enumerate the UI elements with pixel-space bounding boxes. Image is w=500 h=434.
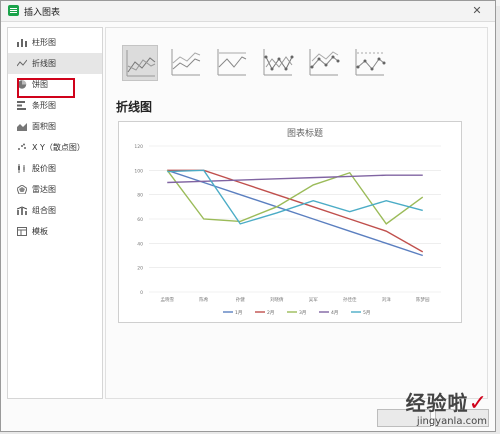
insert-chart-dialog: 插入图表 ✕ 柱形图 折线图 饼图 条形图 面积图 X Y（散点图） 股价图 雷…: [0, 0, 496, 432]
chart-type-list: 柱形图 折线图 饼图 条形图 面积图 X Y（散点图） 股价图 雷达图 组合图 …: [7, 27, 103, 399]
watermark-text: 经验啦: [405, 391, 469, 415]
nav-item-label: 面积图: [32, 122, 56, 131]
title-bar: 插入图表 ✕: [1, 1, 495, 22]
nav-item-bar[interactable]: 柱形图: [8, 32, 102, 53]
nav-item-label: 条形图: [32, 101, 56, 110]
y-tick-label: 20: [137, 266, 143, 272]
legend-label: 3月: [299, 310, 306, 316]
y-tick-label: 0: [140, 290, 143, 296]
x-tick-label: 刘晓倩: [270, 296, 284, 303]
nav-item-stock[interactable]: 股价图: [8, 158, 102, 179]
chart-title: 图表标题: [287, 127, 323, 139]
nav-item-area[interactable]: 面积图: [8, 116, 102, 137]
x-tick-label: 刘洋: [382, 296, 391, 303]
x-tick-label: 吴军: [309, 297, 318, 303]
close-button[interactable]: ✕: [467, 3, 487, 19]
stacked-line-markers-icon: [309, 49, 340, 76]
subtype-line-markers[interactable]: [260, 45, 296, 81]
y-tick-label: 120: [134, 144, 143, 150]
y-tick-label: 80: [137, 193, 143, 199]
line-icon: [126, 50, 156, 77]
percent-line-icon: [217, 49, 247, 76]
stock-chart-icon: [18, 164, 25, 173]
x-tick-label: 孟晓雪: [161, 296, 175, 303]
dialog-title: 插入图表: [24, 8, 61, 18]
legend-label: 2月: [267, 310, 274, 316]
hbar-chart-icon: [17, 101, 26, 110]
y-tick-label: 100: [134, 168, 143, 174]
legend-label: 1月: [235, 310, 242, 316]
nav-item-label: 股价图: [32, 164, 56, 173]
line-chart: 图表标题 0 20 40 60 80 100 120 孟晓雪 陈希 孙健 刘晓倩 吴军 孙佳佳 刘洋 陈梦园 1…: [134, 127, 441, 316]
watermark: 经验啦✓ jingyanla.com: [406, 387, 487, 427]
nav-item-line[interactable]: 折线图: [8, 53, 102, 74]
nav-item-label: 雷达图: [32, 185, 56, 194]
x-tick-label: 陈希: [199, 296, 208, 303]
template-icon: [17, 227, 27, 236]
series-line: [167, 169, 423, 257]
watermark-url: jingyanla.com: [416, 416, 487, 427]
nav-item-hbar[interactable]: 条形图: [8, 95, 102, 116]
checkmark-icon: ✓: [468, 391, 487, 416]
subtype-percent-line-markers[interactable]: [352, 45, 388, 81]
nav-item-label: 组合图: [32, 206, 56, 215]
nav-item-label: 折线图: [32, 59, 56, 68]
x-tick-label: 孙健: [236, 296, 245, 303]
percent-line-markers-icon: [355, 49, 386, 76]
nav-item-scatter[interactable]: X Y（散点图）: [8, 137, 102, 158]
series-line: [167, 174, 423, 184]
nav-item-template[interactable]: 模板: [8, 221, 102, 242]
legend-label: 5月: [363, 310, 370, 316]
nav-item-label: 柱形图: [32, 38, 56, 47]
line-markers-icon: [263, 49, 294, 76]
stacked-line-icon: [171, 49, 201, 76]
subtype-line[interactable]: [122, 45, 158, 81]
app-icon: [8, 5, 19, 16]
x-tick-label: 陈梦园: [416, 296, 430, 303]
chart-preview[interactable]: 图表标题 0 20 40 60 80 100 120 孟晓雪 陈希 孙健 刘晓倩 吴军 孙佳佳 刘洋 陈梦园 1…: [118, 121, 462, 323]
subtype-percent-line[interactable]: [214, 45, 250, 81]
subtype-stacked-line[interactable]: [168, 45, 204, 81]
y-tick-label: 40: [137, 241, 143, 247]
selection-highlight-box: [17, 78, 75, 98]
area-chart-icon: [17, 123, 27, 131]
nav-item-label: 模板: [32, 227, 48, 236]
y-tick-label: 60: [137, 217, 143, 223]
radar-chart-icon: [17, 185, 27, 194]
close-icon: ✕: [472, 4, 482, 17]
subtype-stacked-line-markers[interactable]: [306, 45, 342, 81]
scatter-chart-icon: [18, 143, 26, 150]
nav-item-combo[interactable]: 组合图: [8, 200, 102, 221]
line-chart-icon: [17, 59, 27, 67]
section-title: 折线图: [116, 100, 153, 114]
x-tick-label: 孙佳佳: [343, 296, 357, 303]
chart-content-pane: 折线图 图表标题 0 20 40 60 80 100 120 孟晓雪 陈希 孙健 刘晓倩 吴军 孙佳佳 刘洋…: [105, 27, 488, 399]
bar-chart-icon: [17, 39, 27, 47]
nav-item-radar[interactable]: 雷达图: [8, 179, 102, 200]
legend-label: 4月: [331, 310, 338, 316]
nav-item-label: X Y（散点图）: [32, 143, 85, 152]
combo-chart-icon: [17, 206, 27, 215]
